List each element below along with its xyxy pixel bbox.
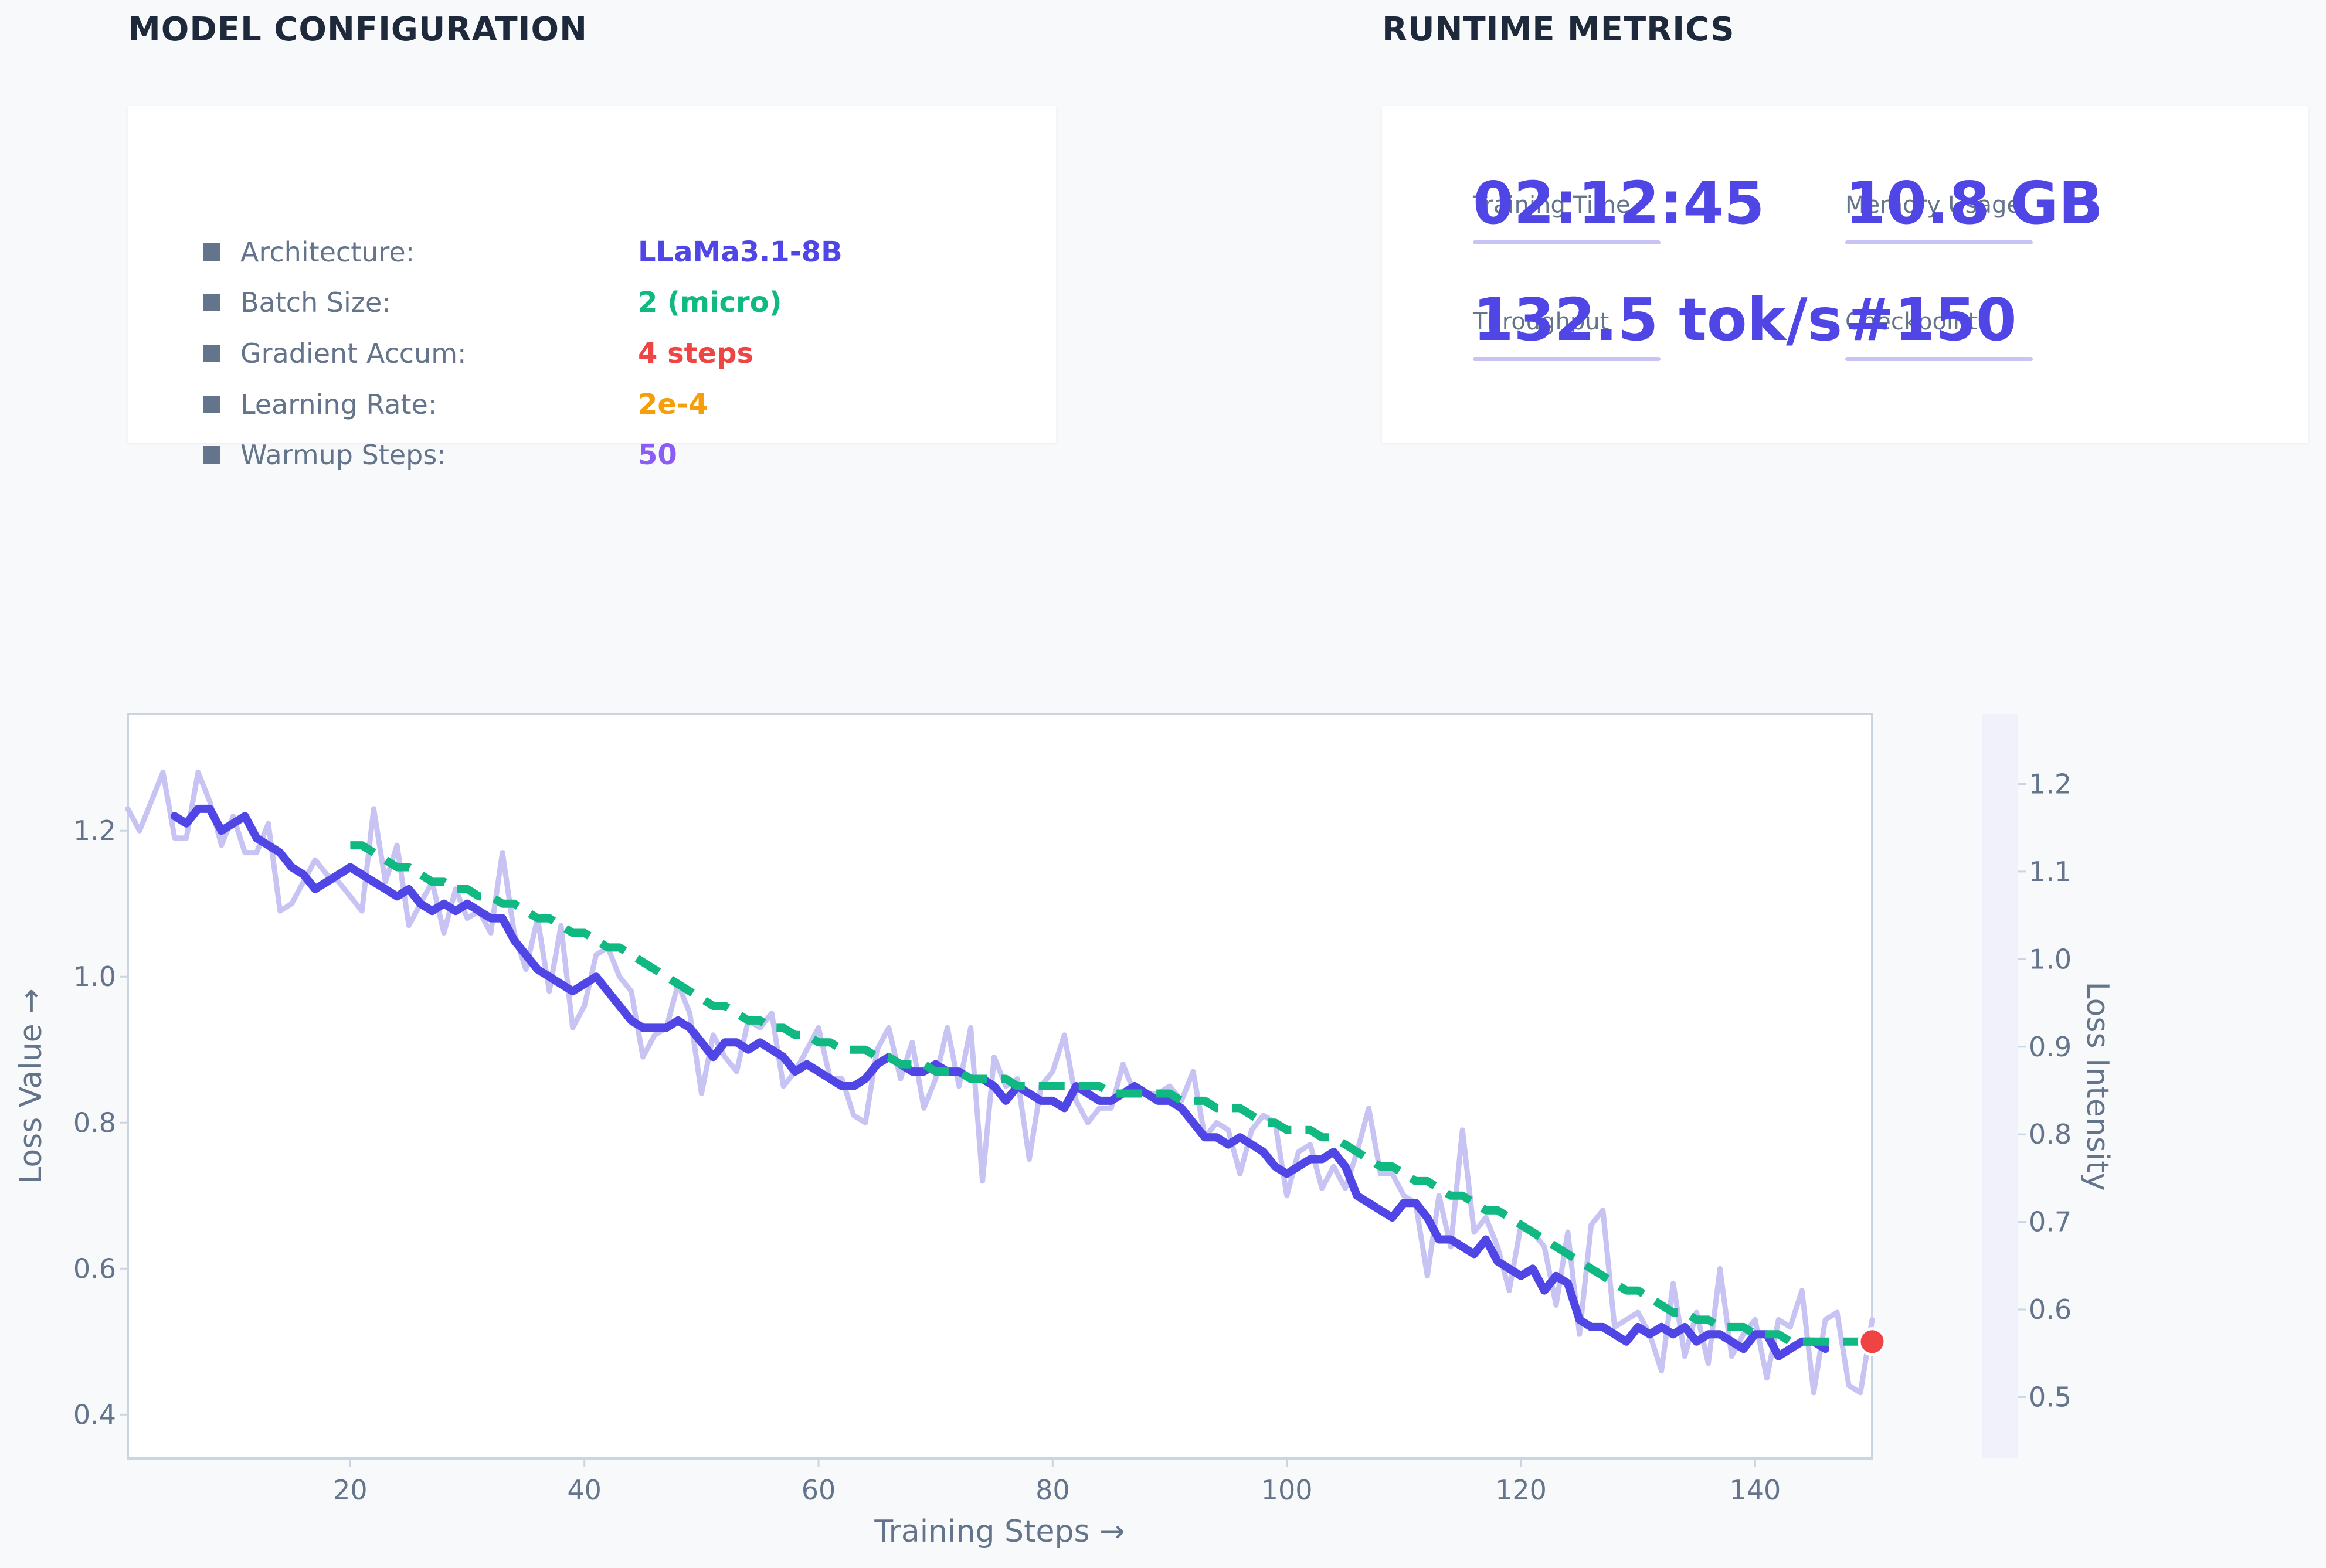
y2-tick-label: 0.9 (2029, 1031, 2072, 1063)
y2-axis-label: Loss Intensity (2080, 982, 2115, 1191)
y2-tick-label: 1.2 (2029, 768, 2072, 800)
y-tick-label: 0.8 (73, 1107, 116, 1138)
y-tick-label: 0.4 (73, 1399, 116, 1430)
y2-tick-label: 0.8 (2029, 1118, 2072, 1150)
y2-tick-label: 0.7 (2029, 1206, 2072, 1238)
y-tick-label: 1.2 (73, 815, 116, 846)
y-tick-label: 1.0 (73, 961, 116, 992)
y2-tick-label: 0.5 (2029, 1381, 2072, 1413)
y2-tick-label: 1.0 (2029, 943, 2072, 975)
x-tick-label: 60 (802, 1474, 836, 1506)
x-tick-label: 100 (1261, 1474, 1313, 1506)
plot-area (127, 713, 1873, 1460)
y-tick-label: 0.6 (73, 1253, 116, 1284)
x-axis-label: Training Steps → (874, 1514, 1125, 1549)
y2-tick-label: 0.6 (2029, 1294, 2072, 1325)
current-point-marker (1858, 1327, 1887, 1356)
x-tick-label: 120 (1495, 1474, 1547, 1506)
loss-chart: 20 40 60 80 100 120 140 0.4 0.6 0.8 1.0 1.2 0.5 0.6… (13, 713, 2115, 1549)
x-tick-label: 40 (567, 1474, 602, 1506)
intensity-colorbar (1982, 714, 2018, 1458)
current-loss-dot (1858, 1327, 1887, 1356)
x-axis-ticks: 20 40 60 80 100 120 140 (333, 1458, 1781, 1506)
x-tick-label: 140 (1729, 1474, 1781, 1506)
x-tick-label: 80 (1035, 1474, 1070, 1506)
x-tick-label: 20 (333, 1474, 368, 1506)
y2-axis-ticks: 0.5 0.6 0.7 0.8 0.9 1.0 1.1 1.2 (2018, 768, 2072, 1413)
y-axis-ticks: 0.4 0.6 0.8 1.0 1.2 (73, 815, 128, 1430)
y-axis-label: Loss Value → (13, 988, 49, 1183)
y2-tick-label: 1.1 (2029, 856, 2072, 887)
